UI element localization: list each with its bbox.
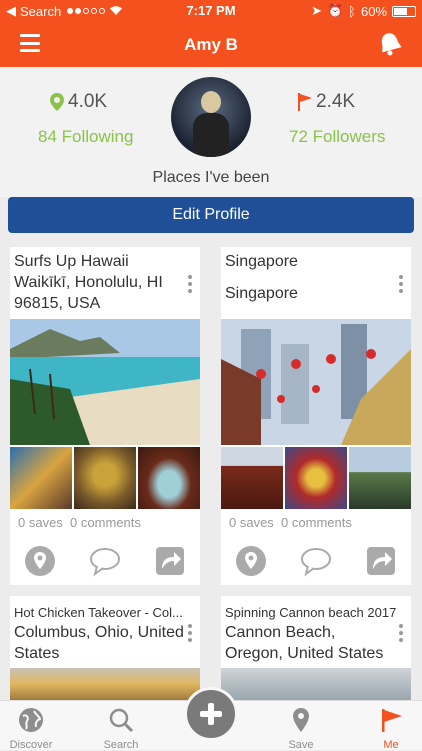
more-options-icon[interactable] <box>399 624 403 642</box>
tab-discover[interactable]: Discover <box>0 701 66 751</box>
more-options-icon[interactable] <box>399 275 403 293</box>
city-street-photo[interactable] <box>221 319 411 445</box>
flag-icon <box>382 709 402 732</box>
tab-me[interactable]: Me <box>356 701 422 751</box>
nav-bar: Amy B <box>0 22 422 67</box>
flags-stat: 2.4K <box>298 91 355 113</box>
place-card[interactable]: Spinning Cannon beach 2017 Cannon Beach,… <box>221 596 411 700</box>
flag-icon <box>298 93 312 111</box>
share-icon[interactable] <box>154 545 186 577</box>
photo-thumbnails <box>221 447 411 509</box>
search-icon <box>109 708 134 733</box>
thumbnail-photo[interactable] <box>349 447 411 509</box>
following-link[interactable]: 84 Following <box>38 127 133 147</box>
card-counts: 0 saves 0 comments <box>229 515 352 530</box>
alarm-icon: ⏰ <box>326 3 344 18</box>
tab-search[interactable]: Search <box>86 701 156 751</box>
place-name: Spinning Cannon beach 2017 <box>225 605 397 620</box>
location-pin-icon[interactable] <box>235 545 267 577</box>
thumbnail-photo[interactable] <box>74 447 136 509</box>
thumbnail-photo[interactable] <box>138 447 200 509</box>
avatar[interactable] <box>171 77 251 157</box>
beach-photo[interactable] <box>221 668 411 700</box>
page-title: Amy B <box>184 35 238 54</box>
place-address: Waikīkī, Honolulu, HI 96815, USA <box>14 274 163 312</box>
place-address: Columbus, Ohio, United States <box>14 624 184 662</box>
add-place-button[interactable] <box>184 687 238 741</box>
place-card[interactable]: Singapore Singapore 0 saves 0 comments <box>221 247 411 585</box>
tab-label: Search <box>103 739 139 751</box>
share-icon[interactable] <box>365 545 397 577</box>
saves-count: 0 saves <box>229 515 274 530</box>
food-photo[interactable] <box>10 668 200 700</box>
location-pin-icon[interactable] <box>24 545 56 577</box>
flags-count: 2.4K <box>316 91 356 112</box>
status-right: ➤ ⏰ ᛒ 60% <box>311 3 416 19</box>
bluetooth-icon: ᛒ <box>348 3 356 19</box>
more-options-icon[interactable] <box>188 624 192 642</box>
visits-stat: 4.0K <box>50 91 107 113</box>
followers-link[interactable]: 72 Followers <box>289 127 385 147</box>
globe-icon <box>19 708 43 732</box>
location-arrow-icon: ➤ <box>311 3 322 18</box>
place-address: Singapore <box>225 285 298 302</box>
places-label: Places I've been <box>152 169 270 186</box>
battery-icon <box>392 5 416 17</box>
place-card[interactable]: Hot Chicken Takeover - Col... Columbus, … <box>10 596 200 700</box>
place-name: Surfs Up Hawaii <box>14 253 129 270</box>
thumbnail-photo[interactable] <box>285 447 347 509</box>
saves-count: 0 saves <box>18 515 63 530</box>
status-bar: ◀ Search 7:17 PM ➤ ⏰ ᛒ 60% <box>0 0 422 22</box>
beach-photo[interactable] <box>10 319 200 445</box>
profile-header: 4.0K 2.4K 84 Following 72 Followers Plac… <box>0 67 422 197</box>
thumbnail-photo[interactable] <box>10 447 72 509</box>
edit-profile-button[interactable]: Edit Profile <box>8 197 414 233</box>
comments-count: 0 comments <box>70 515 141 530</box>
thumbnail-photo[interactable] <box>221 447 283 509</box>
photo-thumbnails <box>10 447 200 509</box>
place-name: Hot Chicken Takeover - Col... <box>14 605 183 620</box>
comments-count: 0 comments <box>281 515 352 530</box>
card-actions <box>221 537 411 585</box>
map-pin-icon <box>293 708 309 732</box>
comment-icon[interactable] <box>89 545 121 577</box>
bell-icon[interactable] <box>378 31 402 57</box>
battery-percent: 60% <box>360 3 387 19</box>
comment-icon[interactable] <box>300 545 332 577</box>
place-name: Singapore <box>225 253 298 270</box>
card-actions <box>10 537 200 585</box>
visits-count: 4.0K <box>68 91 108 112</box>
tab-label: Discover <box>9 739 53 751</box>
more-options-icon[interactable] <box>188 275 192 293</box>
place-card[interactable]: Surfs Up Hawaii Waikīkī, Honolulu, HI 96… <box>10 247 200 585</box>
tab-label: Save <box>288 739 314 751</box>
tab-label: Me <box>383 739 399 751</box>
tab-bar: Discover Search Save Me <box>0 687 422 751</box>
map-pin-icon <box>50 93 64 111</box>
place-address: Cannon Beach, Oregon, United States <box>225 624 384 662</box>
card-counts: 0 saves 0 comments <box>18 515 141 530</box>
tab-save[interactable]: Save <box>266 701 336 751</box>
